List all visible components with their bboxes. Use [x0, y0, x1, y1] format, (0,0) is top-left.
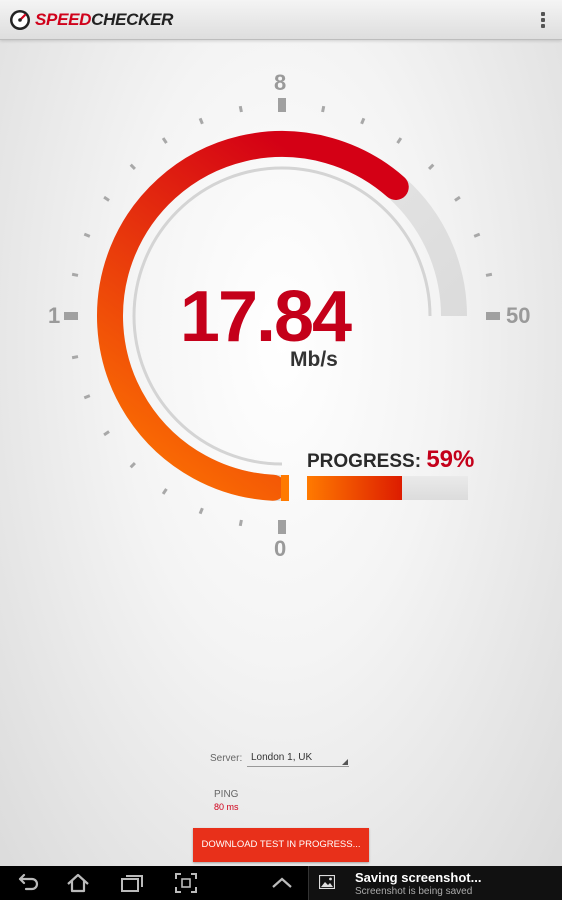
gauge-minor-tick [83, 394, 91, 400]
speedometer-logo-icon [10, 10, 30, 30]
gauge-minor-tick [103, 430, 110, 437]
notification-title: Saving screenshot... [355, 870, 482, 885]
progress-bar [307, 476, 468, 500]
gauge-minor-tick [473, 232, 481, 238]
gauge-minor-tick [238, 105, 243, 113]
server-label: Server: [210, 753, 243, 764]
gauge-minor-tick [396, 137, 403, 144]
gauge-minor-tick [161, 488, 168, 495]
gauge-minor-tick [198, 117, 204, 125]
recent-apps-icon[interactable] [118, 870, 146, 896]
gauge-minor-tick [198, 507, 204, 515]
server-selected-value: London 1, UK [251, 752, 313, 763]
gauge-minor-tick [129, 462, 136, 469]
notification-subtitle: Screenshot is being saved [355, 886, 473, 897]
home-icon[interactable] [64, 870, 92, 896]
tick-label-bottom: 0 [274, 536, 287, 561]
gauge-minor-tick [71, 272, 79, 277]
tick-marker-top [278, 98, 286, 112]
tick-label-top: 8 [274, 70, 287, 95]
progress-label-text: PROGRESS: [307, 451, 422, 472]
gauge-minor-tick [454, 195, 461, 202]
speed-value: 17.84 [179, 277, 352, 357]
speed-gauge: 8 1 50 0 17.84 Mb/s PROGRESS: 59% [0, 40, 562, 600]
gauge-minor-tick [71, 355, 79, 360]
screenshot-notification[interactable]: Saving screenshot... Screenshot is being… [308, 866, 562, 900]
gauge-minor-tick [238, 519, 243, 527]
chevron-up-icon[interactable] [268, 870, 296, 896]
system-nav-bar: Saving screenshot... Screenshot is being… [0, 866, 562, 900]
gauge-minor-tick [321, 105, 326, 113]
gauge-minor-tick [129, 163, 136, 170]
progress-percent: 59% [426, 446, 475, 473]
tick-label-right: 50 [506, 303, 531, 328]
action-bar: SPEEDCHECKER [0, 0, 562, 40]
gauge-minor-tick [161, 137, 168, 144]
server-dropdown[interactable]: London 1, UK [247, 749, 349, 767]
gauge-minor-tick [83, 232, 91, 238]
tick-marker-left [64, 312, 78, 320]
gauge-minor-tick [428, 163, 435, 170]
screenshot-icon[interactable] [172, 870, 200, 896]
gauge-minor-tick [103, 195, 110, 202]
app-logo: SPEEDCHECKER [35, 9, 173, 31]
progress-label: PROGRESS: 59% [307, 446, 474, 474]
gauge-minor-tick [360, 117, 366, 125]
tick-label-left: 1 [48, 303, 61, 328]
tick-marker-right [486, 312, 500, 320]
dropdown-caret-icon [342, 759, 348, 765]
gauge-minor-tick [485, 272, 493, 277]
download-test-button[interactable]: DOWNLOAD TEST IN PROGRESS... [193, 828, 369, 862]
speed-unit: Mb/s [290, 348, 338, 371]
ping-label: PING [214, 789, 239, 800]
ping-value: 80 ms [214, 802, 239, 812]
image-icon [319, 875, 335, 889]
overflow-menu-icon[interactable] [538, 10, 548, 30]
progress-bar-fill [307, 476, 402, 500]
tick-marker-bottom [278, 520, 286, 534]
logo-checker-text: CHECKER [91, 10, 174, 29]
back-icon[interactable] [14, 870, 42, 896]
logo-speed-text: SPEED [35, 10, 92, 29]
gauge-arc-start [281, 475, 289, 501]
